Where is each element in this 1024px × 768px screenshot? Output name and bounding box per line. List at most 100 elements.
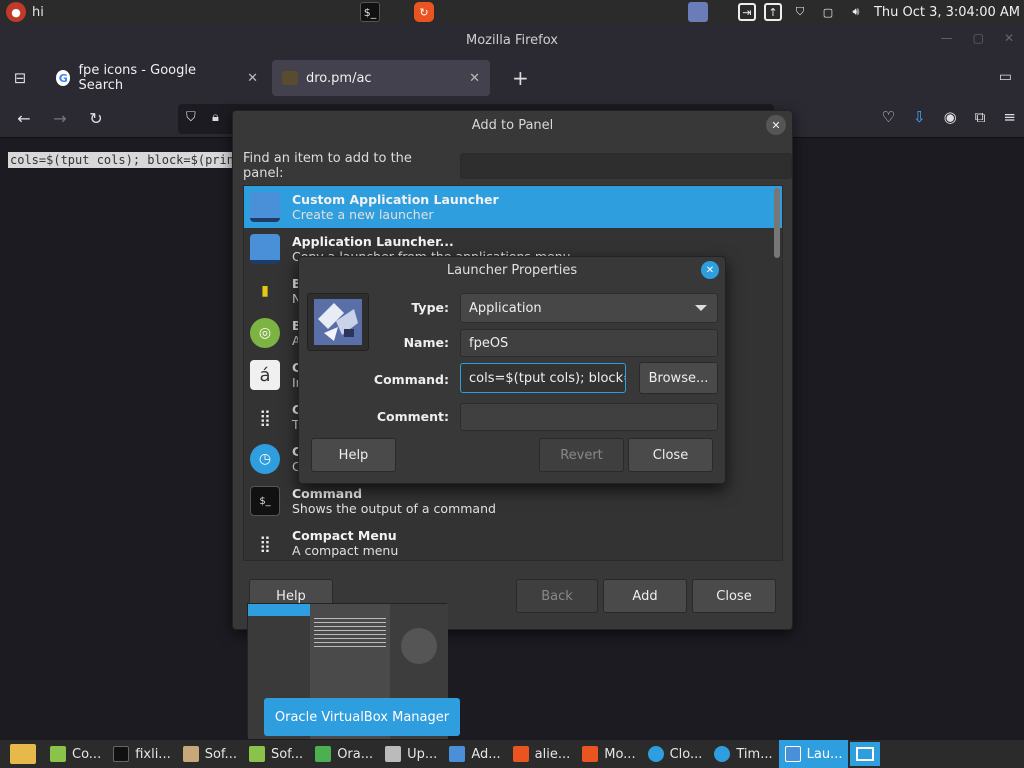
close-button[interactable]: Close: [692, 579, 776, 613]
downloads-icon[interactable]: ⇩: [913, 108, 926, 126]
find-input[interactable]: [459, 153, 792, 179]
type-value: Application: [469, 300, 542, 316]
task-label: Lau...: [806, 746, 843, 762]
tab-google-search[interactable]: G fpe icons - Google Search ✕: [46, 60, 268, 96]
browse-button[interactable]: Browse...: [639, 362, 718, 394]
shield-icon[interactable]: ⛉: [790, 2, 810, 22]
top-panel-launchers: $_ ↻: [360, 0, 708, 24]
task-label: Clo...: [669, 746, 703, 762]
command-value: cols=$(tput cols); block=$: [469, 370, 626, 386]
launcher-icon-button[interactable]: [307, 293, 369, 351]
command-label: Command:: [373, 372, 449, 387]
taskbar-item[interactable]: Sof...: [177, 740, 243, 768]
preview-text-lines: [314, 618, 386, 648]
task-label: fixli...: [135, 746, 171, 762]
taskbar-item[interactable]: Sof...: [243, 740, 309, 768]
taskbar-item[interactable]: Clo...: [642, 740, 709, 768]
launcher-icon: [784, 746, 801, 762]
extensions-icon[interactable]: ⧉: [975, 108, 986, 126]
taskbar-item[interactable]: fixli...: [107, 740, 177, 768]
revert-button[interactable]: Revert: [539, 438, 624, 472]
item-title: Compact Menu: [292, 528, 397, 543]
forward-icon[interactable]: →: [42, 109, 78, 128]
back-icon[interactable]: ←: [6, 109, 42, 128]
close-window-icon[interactable]: ✕: [1004, 31, 1014, 45]
name-label: Name:: [403, 335, 449, 350]
item-desc: A compact menu: [292, 543, 399, 558]
task-label: Ad...: [471, 746, 501, 762]
command-field[interactable]: cols=$(tput cols); block=$: [460, 363, 626, 393]
clock-icon: [714, 746, 731, 762]
taskbar-item-active[interactable]: Lau...: [778, 740, 849, 768]
close-tab-icon[interactable]: ✕: [247, 71, 258, 86]
close-launcher-icon[interactable]: ✕: [701, 261, 719, 279]
new-tab-icon[interactable]: +: [512, 66, 529, 90]
taskbar-item[interactable]: Co...: [44, 740, 107, 768]
item-title: Application Launcher...: [292, 234, 454, 249]
firefox-view-icon[interactable]: ▭: [999, 69, 1012, 85]
tab-label: dro.pm/ac: [306, 70, 372, 86]
show-desktop-icon[interactable]: [850, 742, 881, 766]
comment-field[interactable]: [460, 403, 718, 431]
close-dialog-icon[interactable]: ✕: [766, 115, 786, 135]
logout-icon[interactable]: ⇥: [737, 3, 756, 21]
close-tab-icon[interactable]: ✕: [469, 71, 480, 86]
files-icon[interactable]: [10, 744, 36, 764]
list-item-command[interactable]: $_ Command Shows the output of a command: [244, 480, 782, 522]
tab-dro-pm[interactable]: dro.pm/ac ✕: [272, 60, 490, 96]
name-field[interactable]: fpeOS: [460, 329, 718, 357]
taskbar-item[interactable]: alie...: [507, 740, 577, 768]
titlebar: Mozilla Firefox — ▢ ✕: [0, 24, 1024, 56]
list-item-compact-menu[interactable]: ⣿ Compact Menu A compact menu: [244, 522, 782, 560]
back-button[interactable]: Back: [516, 579, 598, 613]
taskbar-item[interactable]: Tim...: [708, 740, 778, 768]
tracking-shield-icon[interactable]: ⛉: [186, 110, 196, 125]
bottom-panel: Co... fixli... Sof... Sof... Ora... Up..…: [0, 740, 1024, 768]
maximize-icon[interactable]: ▢: [973, 31, 984, 45]
launcher-title: Launcher Properties: [446, 262, 578, 278]
lock-icon[interactable]: 🔒︎: [212, 110, 219, 125]
close-button[interactable]: Close: [628, 438, 713, 472]
page-text: cols=$(tput cols); block=$(prin: [8, 152, 236, 168]
clock[interactable]: Thu Oct 3, 3:04:00 AM: [874, 5, 1020, 20]
window-icon[interactable]: ▢: [818, 2, 838, 22]
ubuntu-software-icon[interactable]: ↻: [414, 2, 434, 22]
app-label[interactable]: hi: [32, 5, 44, 20]
type-combo[interactable]: Application: [460, 293, 718, 323]
volume-icon[interactable]: 🔊︎: [846, 2, 866, 22]
help-button[interactable]: Help: [311, 438, 396, 472]
shield-icon: [385, 746, 402, 762]
task-label: alie...: [534, 746, 571, 762]
dialog-title: Add to Panel: [471, 117, 554, 133]
clock-icon: [647, 746, 664, 762]
task-label: Ora...: [337, 746, 374, 762]
list-scrollbar[interactable]: [774, 188, 780, 258]
tab-list-icon[interactable]: ⊟: [0, 69, 40, 87]
terminal-icon[interactable]: $_: [360, 2, 380, 22]
name-value: fpeOS: [469, 335, 509, 351]
task-label: Tim...: [736, 746, 773, 762]
comment-label: Comment:: [376, 409, 449, 424]
taskbar-item[interactable]: Up...: [379, 740, 443, 768]
taskbar-tooltip: Oracle VirtualBox Manager: [264, 698, 460, 736]
item-desc: Create a new launcher: [292, 207, 434, 222]
minimize-icon[interactable]: —: [941, 31, 953, 45]
taskbar-item[interactable]: Mo...: [576, 740, 641, 768]
pocket-icon[interactable]: ♡: [882, 108, 895, 126]
account-icon[interactable]: ◉: [944, 108, 957, 126]
list-item-custom-launcher[interactable]: Custom Application Launcher Create a new …: [244, 186, 782, 228]
launcher-icon: [449, 746, 466, 762]
menu-icon[interactable]: ≡: [1003, 108, 1016, 126]
taskbar-item[interactable]: Ad...: [443, 740, 506, 768]
add-button[interactable]: Add: [603, 579, 687, 613]
preview-selected-row: [248, 604, 310, 616]
updates-icon[interactable]: ↑: [763, 3, 782, 21]
reload-icon[interactable]: ↻: [78, 109, 114, 128]
taskbar-item[interactable]: Ora...: [309, 740, 379, 768]
find-row: Find an item to add to the panel:: [243, 151, 792, 181]
item-title: Command: [292, 486, 363, 501]
brasero-icon: ◎: [250, 318, 280, 348]
app-menu-icon[interactable]: ●: [6, 2, 26, 22]
document-icon: [50, 746, 66, 762]
fpe-app-icon[interactable]: [688, 2, 708, 22]
